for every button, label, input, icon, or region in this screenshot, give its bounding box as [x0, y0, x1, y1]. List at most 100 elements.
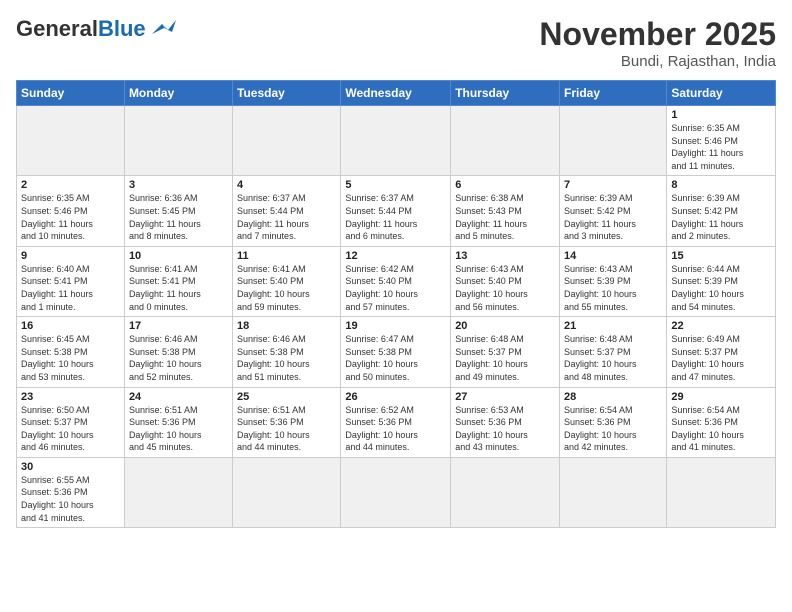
day-info: Sunrise: 6:54 AM Sunset: 5:36 PM Dayligh…	[564, 404, 662, 454]
calendar-cell: 15Sunrise: 6:44 AM Sunset: 5:39 PM Dayli…	[667, 246, 776, 316]
day-number: 7	[564, 179, 662, 191]
calendar-cell: 14Sunrise: 6:43 AM Sunset: 5:39 PM Dayli…	[560, 246, 667, 316]
day-number: 11	[237, 250, 336, 262]
calendar-cell: 29Sunrise: 6:54 AM Sunset: 5:36 PM Dayli…	[667, 387, 776, 457]
logo-blue: Blue	[98, 16, 146, 42]
calendar-cell	[451, 457, 560, 527]
calendar-cell	[233, 457, 341, 527]
day-number: 14	[564, 250, 662, 262]
calendar-cell: 7Sunrise: 6:39 AM Sunset: 5:42 PM Daylig…	[560, 176, 667, 246]
page: GeneralBlue November 2025 Bundi, Rajasth…	[0, 0, 792, 612]
col-header-monday: Monday	[124, 81, 232, 106]
calendar-cell: 12Sunrise: 6:42 AM Sunset: 5:40 PM Dayli…	[341, 246, 451, 316]
day-number: 28	[564, 391, 662, 403]
day-number: 15	[671, 250, 771, 262]
logo-general: General	[16, 16, 98, 42]
col-header-sunday: Sunday	[17, 81, 125, 106]
day-number: 12	[345, 250, 446, 262]
day-info: Sunrise: 6:41 AM Sunset: 5:41 PM Dayligh…	[129, 263, 228, 313]
col-header-tuesday: Tuesday	[233, 81, 341, 106]
calendar-cell: 30Sunrise: 6:55 AM Sunset: 5:36 PM Dayli…	[17, 457, 125, 527]
calendar-cell: 23Sunrise: 6:50 AM Sunset: 5:37 PM Dayli…	[17, 387, 125, 457]
day-info: Sunrise: 6:36 AM Sunset: 5:45 PM Dayligh…	[129, 192, 228, 242]
calendar-cell: 6Sunrise: 6:38 AM Sunset: 5:43 PM Daylig…	[451, 176, 560, 246]
week-row-0: 1Sunrise: 6:35 AM Sunset: 5:46 PM Daylig…	[17, 106, 776, 176]
day-number: 3	[129, 179, 228, 191]
calendar-header-row: SundayMondayTuesdayWednesdayThursdayFrid…	[17, 81, 776, 106]
calendar-cell: 18Sunrise: 6:46 AM Sunset: 5:38 PM Dayli…	[233, 317, 341, 387]
logo: GeneralBlue	[16, 16, 178, 42]
day-info: Sunrise: 6:41 AM Sunset: 5:40 PM Dayligh…	[237, 263, 336, 313]
logo-bird-icon	[148, 18, 178, 40]
day-info: Sunrise: 6:50 AM Sunset: 5:37 PM Dayligh…	[21, 404, 120, 454]
calendar-cell: 11Sunrise: 6:41 AM Sunset: 5:40 PM Dayli…	[233, 246, 341, 316]
calendar-cell: 28Sunrise: 6:54 AM Sunset: 5:36 PM Dayli…	[560, 387, 667, 457]
col-header-saturday: Saturday	[667, 81, 776, 106]
title-area: November 2025 Bundi, Rajasthan, India	[539, 16, 776, 70]
day-info: Sunrise: 6:53 AM Sunset: 5:36 PM Dayligh…	[455, 404, 555, 454]
calendar-cell: 1Sunrise: 6:35 AM Sunset: 5:46 PM Daylig…	[667, 106, 776, 176]
calendar-cell	[560, 457, 667, 527]
day-number: 19	[345, 320, 446, 332]
day-number: 21	[564, 320, 662, 332]
calendar-cell	[451, 106, 560, 176]
day-number: 5	[345, 179, 446, 191]
day-info: Sunrise: 6:51 AM Sunset: 5:36 PM Dayligh…	[237, 404, 336, 454]
calendar-cell: 5Sunrise: 6:37 AM Sunset: 5:44 PM Daylig…	[341, 176, 451, 246]
day-info: Sunrise: 6:40 AM Sunset: 5:41 PM Dayligh…	[21, 263, 120, 313]
day-info: Sunrise: 6:44 AM Sunset: 5:39 PM Dayligh…	[671, 263, 771, 313]
week-row-5: 30Sunrise: 6:55 AM Sunset: 5:36 PM Dayli…	[17, 457, 776, 527]
calendar-cell	[341, 457, 451, 527]
day-info: Sunrise: 6:38 AM Sunset: 5:43 PM Dayligh…	[455, 192, 555, 242]
day-info: Sunrise: 6:35 AM Sunset: 5:46 PM Dayligh…	[671, 122, 771, 172]
calendar-cell: 9Sunrise: 6:40 AM Sunset: 5:41 PM Daylig…	[17, 246, 125, 316]
day-info: Sunrise: 6:52 AM Sunset: 5:36 PM Dayligh…	[345, 404, 446, 454]
day-info: Sunrise: 6:48 AM Sunset: 5:37 PM Dayligh…	[564, 333, 662, 383]
day-number: 29	[671, 391, 771, 403]
calendar-cell: 22Sunrise: 6:49 AM Sunset: 5:37 PM Dayli…	[667, 317, 776, 387]
calendar-cell: 16Sunrise: 6:45 AM Sunset: 5:38 PM Dayli…	[17, 317, 125, 387]
calendar-cell	[233, 106, 341, 176]
day-number: 10	[129, 250, 228, 262]
day-number: 24	[129, 391, 228, 403]
day-number: 22	[671, 320, 771, 332]
day-info: Sunrise: 6:39 AM Sunset: 5:42 PM Dayligh…	[671, 192, 771, 242]
day-number: 2	[21, 179, 120, 191]
day-number: 9	[21, 250, 120, 262]
day-number: 25	[237, 391, 336, 403]
month-title: November 2025	[539, 16, 776, 53]
day-info: Sunrise: 6:46 AM Sunset: 5:38 PM Dayligh…	[237, 333, 336, 383]
day-info: Sunrise: 6:45 AM Sunset: 5:38 PM Dayligh…	[21, 333, 120, 383]
day-number: 30	[21, 461, 120, 473]
calendar-cell: 10Sunrise: 6:41 AM Sunset: 5:41 PM Dayli…	[124, 246, 232, 316]
day-number: 4	[237, 179, 336, 191]
calendar-cell	[667, 457, 776, 527]
calendar-cell: 20Sunrise: 6:48 AM Sunset: 5:37 PM Dayli…	[451, 317, 560, 387]
day-info: Sunrise: 6:47 AM Sunset: 5:38 PM Dayligh…	[345, 333, 446, 383]
day-info: Sunrise: 6:35 AM Sunset: 5:46 PM Dayligh…	[21, 192, 120, 242]
day-info: Sunrise: 6:43 AM Sunset: 5:39 PM Dayligh…	[564, 263, 662, 313]
day-info: Sunrise: 6:39 AM Sunset: 5:42 PM Dayligh…	[564, 192, 662, 242]
day-info: Sunrise: 6:42 AM Sunset: 5:40 PM Dayligh…	[345, 263, 446, 313]
week-row-4: 23Sunrise: 6:50 AM Sunset: 5:37 PM Dayli…	[17, 387, 776, 457]
col-header-thursday: Thursday	[451, 81, 560, 106]
calendar-cell: 21Sunrise: 6:48 AM Sunset: 5:37 PM Dayli…	[560, 317, 667, 387]
calendar-cell	[124, 457, 232, 527]
day-info: Sunrise: 6:37 AM Sunset: 5:44 PM Dayligh…	[345, 192, 446, 242]
calendar-cell: 2Sunrise: 6:35 AM Sunset: 5:46 PM Daylig…	[17, 176, 125, 246]
day-number: 23	[21, 391, 120, 403]
location: Bundi, Rajasthan, India	[539, 53, 776, 70]
calendar: SundayMondayTuesdayWednesdayThursdayFrid…	[16, 80, 776, 528]
calendar-cell: 4Sunrise: 6:37 AM Sunset: 5:44 PM Daylig…	[233, 176, 341, 246]
day-number: 13	[455, 250, 555, 262]
calendar-cell	[341, 106, 451, 176]
day-number: 17	[129, 320, 228, 332]
calendar-cell	[17, 106, 125, 176]
day-number: 27	[455, 391, 555, 403]
calendar-cell: 8Sunrise: 6:39 AM Sunset: 5:42 PM Daylig…	[667, 176, 776, 246]
day-info: Sunrise: 6:46 AM Sunset: 5:38 PM Dayligh…	[129, 333, 228, 383]
week-row-1: 2Sunrise: 6:35 AM Sunset: 5:46 PM Daylig…	[17, 176, 776, 246]
day-number: 26	[345, 391, 446, 403]
calendar-cell	[560, 106, 667, 176]
day-number: 20	[455, 320, 555, 332]
